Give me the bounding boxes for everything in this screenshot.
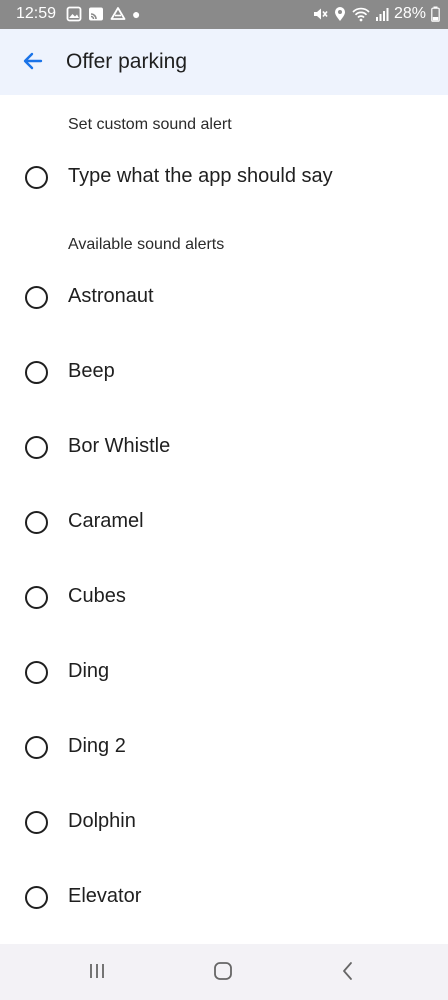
- radio-button[interactable]: [25, 361, 48, 384]
- option-label: Ding: [68, 660, 110, 682]
- home-button[interactable]: [211, 961, 235, 985]
- option-label: Ding 2: [68, 735, 126, 757]
- section-label-available: Available sound alerts: [68, 236, 225, 253]
- status-right: 28%: [312, 5, 440, 23]
- radio-button[interactable]: [25, 166, 48, 189]
- radio-button[interactable]: [25, 811, 48, 834]
- option-label: Caramel: [68, 510, 144, 532]
- recent-apps-icon: [87, 961, 107, 986]
- status-time: 12:59: [16, 5, 57, 22]
- status-left: 12:59 ●: [16, 5, 141, 23]
- sound-option-dolphin[interactable]: Dolphin: [0, 785, 448, 860]
- battery-percent: 28%: [393, 5, 426, 22]
- app-header: Offer parking: [0, 29, 448, 95]
- arrow-left-icon: [21, 49, 45, 78]
- home-icon: [212, 960, 234, 987]
- radio-button[interactable]: [25, 286, 48, 309]
- sound-option-ding[interactable]: Ding: [0, 635, 448, 710]
- sound-option-caramel[interactable]: Caramel: [0, 485, 448, 560]
- radio-button[interactable]: [25, 436, 48, 459]
- sound-option-elevator[interactable]: Elevator: [0, 860, 448, 935]
- signal-icon: [375, 6, 389, 22]
- battery-icon: [431, 6, 440, 22]
- wifi-icon: [352, 6, 370, 22]
- option-label: Bor Whistle: [68, 435, 171, 457]
- recent-apps-button[interactable]: [85, 961, 109, 985]
- radio-button[interactable]: [25, 736, 48, 759]
- sound-option-astronaut[interactable]: Astronaut: [0, 260, 448, 335]
- mute-icon: [312, 6, 328, 22]
- sound-option-cubes[interactable]: Cubes: [0, 560, 448, 635]
- radio-button[interactable]: [25, 511, 48, 534]
- option-label: Elevator: [68, 885, 142, 907]
- sound-option-beep[interactable]: Beep: [0, 335, 448, 410]
- sound-option-ding-2[interactable]: Ding 2: [0, 710, 448, 785]
- sound-option-bor-whistle[interactable]: Bor Whistle: [0, 410, 448, 485]
- notification-dot-icon: ●: [132, 6, 141, 22]
- location-icon: [333, 6, 347, 22]
- status-bar: 12:59 ● 28%: [0, 0, 448, 29]
- option-label: Astronaut: [68, 285, 154, 307]
- option-label: Dolphin: [68, 810, 136, 832]
- system-back-button[interactable]: [336, 961, 360, 985]
- section-label-custom: Set custom sound alert: [68, 116, 232, 133]
- gallery-icon: [66, 6, 82, 22]
- system-nav-bar: [0, 944, 448, 1000]
- drive-icon: [110, 6, 126, 22]
- option-label: Cubes: [68, 585, 126, 607]
- back-icon: [338, 961, 358, 986]
- option-label: Type what the app should say: [68, 165, 333, 187]
- radio-button[interactable]: [25, 886, 48, 909]
- page-title: Offer parking: [66, 50, 188, 73]
- back-button[interactable]: [18, 48, 48, 78]
- radio-button[interactable]: [25, 586, 48, 609]
- cast-icon: [88, 6, 104, 22]
- radio-button[interactable]: [25, 661, 48, 684]
- option-label: Beep: [68, 360, 115, 382]
- custom-sound-option[interactable]: Type what the app should say: [0, 140, 448, 215]
